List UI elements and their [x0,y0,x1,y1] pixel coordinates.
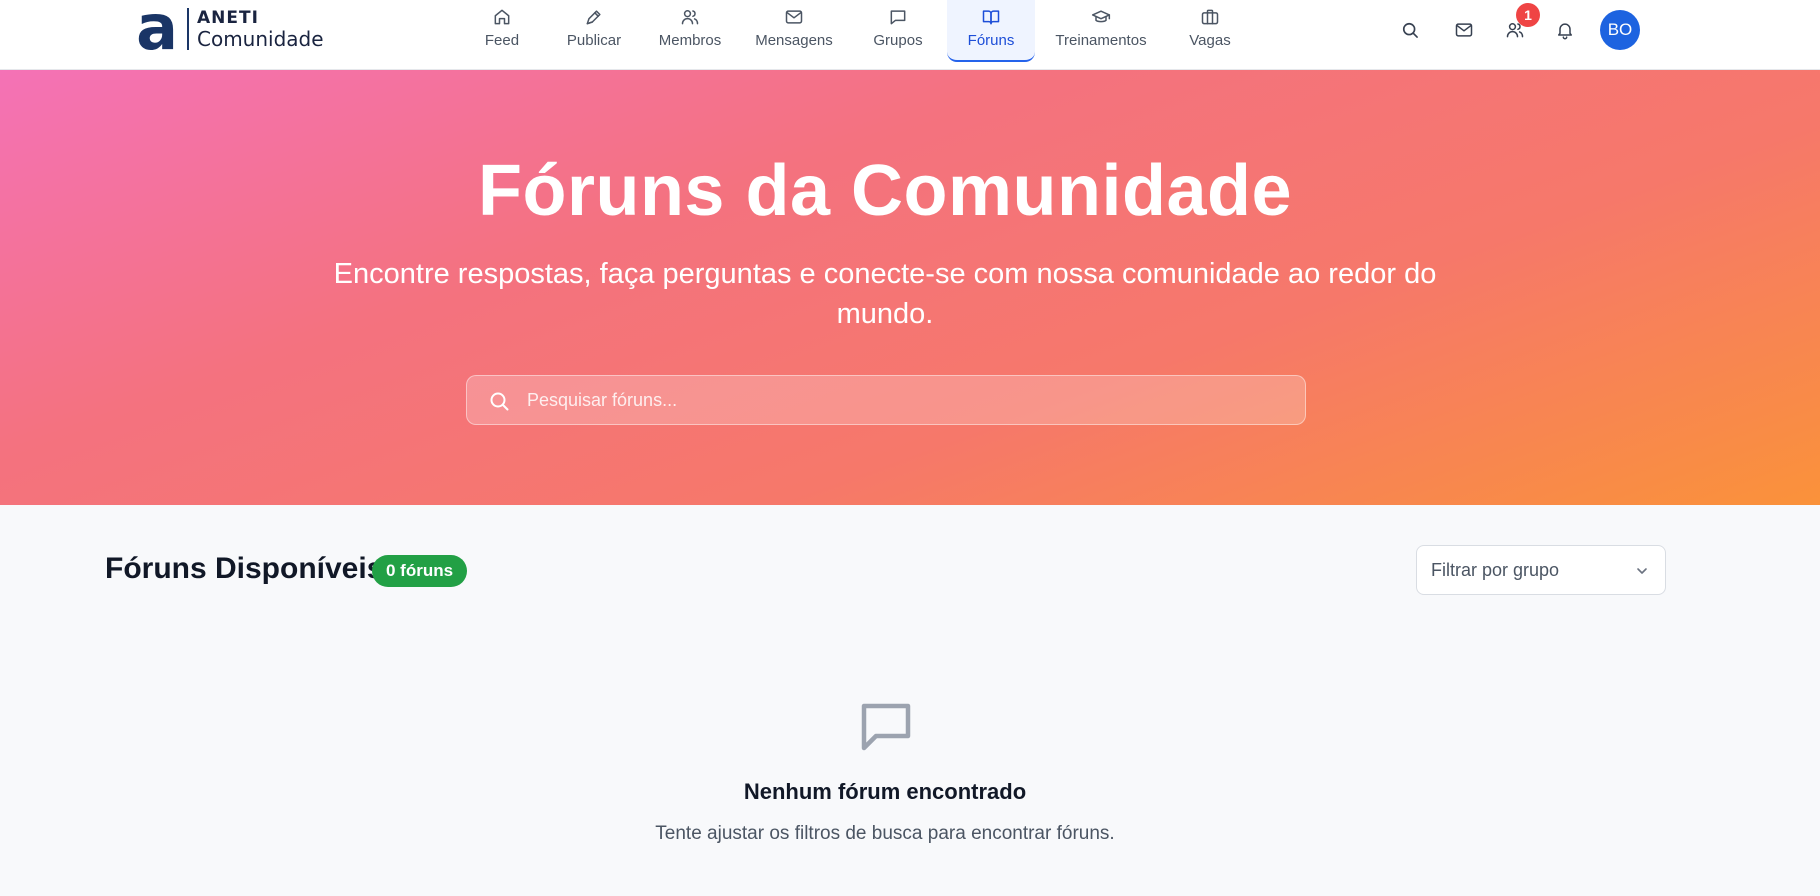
mail-icon [1455,23,1473,37]
logo-text: ANETI Comunidade [197,7,324,51]
nav-item-foruns[interactable]: Fóruns [947,0,1035,62]
group-filter-select[interactable]: Filtrar por grupo [1416,545,1666,595]
user-avatar[interactable]: BO [1600,10,1640,50]
nav-item-membros[interactable]: Membros [654,0,726,62]
search-icon [490,392,509,411]
nav-item-grupos[interactable]: Grupos [868,0,928,62]
empty-state-title: Nenhum fórum encontrado [743,779,1027,804]
header-messages-button[interactable] [1451,17,1477,43]
hero-title: Fóruns da Comunidade [477,151,1293,231]
mail-icon [785,10,803,24]
pen-icon [586,10,601,25]
logo-mark-icon: a [130,6,184,52]
users-icon [681,10,699,25]
forum-search-input[interactable] [527,376,1287,424]
aneti-logo[interactable]: a ANETI Comunidade [130,5,324,53]
top-navbar: a ANETI Comunidade Feed Publicar Membros… [0,0,1820,70]
logo-brand-subtitle: Comunidade [197,26,324,51]
nav-item-vagas[interactable]: Vagas [1185,0,1235,62]
home-icon [494,9,510,25]
forum-count-badge: 0 fóruns [372,555,468,587]
forums-hero: Fóruns da Comunidade Encontre respostas,… [0,70,1820,505]
nav-item-publicar[interactable]: Publicar [560,0,628,62]
bell-icon [1558,23,1572,40]
logo-brand-name: ANETI [197,7,259,28]
nav-item-feed[interactable]: Feed [473,0,531,62]
nav-label-grupos: Grupos [873,32,923,49]
nav-label-membros: Membros [658,32,722,49]
nav-item-treinamentos[interactable]: Treinamentos [1051,0,1151,62]
nav-label-vagas: Vagas [1189,32,1231,49]
group-filter-label: Filtrar por grupo [1431,559,1560,580]
nav-item-mensagens[interactable]: Mensagens [752,0,836,62]
chat-icon [890,10,906,25]
nav-label-treinamentos: Treinamentos [1055,32,1147,49]
nav-label-feed: Feed [484,32,520,49]
logo-letter: a [136,6,178,52]
empty-state-text: Tente ajustar os filtros de busca para e… [655,823,1115,844]
forum-search-box [466,375,1306,425]
nav-label-mensagens: Mensagens [755,32,833,49]
nav-label-publicar: Publicar [566,32,622,49]
book-icon [982,10,1000,25]
header-notifications-button[interactable] [1552,17,1578,43]
nav-label-foruns: Fóruns [967,32,1015,49]
header-search-button[interactable] [1397,17,1423,43]
friend-requests-badge: 1 [1516,3,1540,27]
graduation-cap-icon [1091,10,1111,23]
message-square-icon [858,698,914,754]
briefcase-icon [1201,9,1219,25]
search-icon [1402,22,1418,38]
hero-subtitle: Encontre respostas, faça perguntas e con… [333,258,1437,330]
logo-divider [187,8,189,50]
chevron-down-icon [1637,568,1647,574]
section-title: Fóruns Disponíveis [105,552,384,585]
